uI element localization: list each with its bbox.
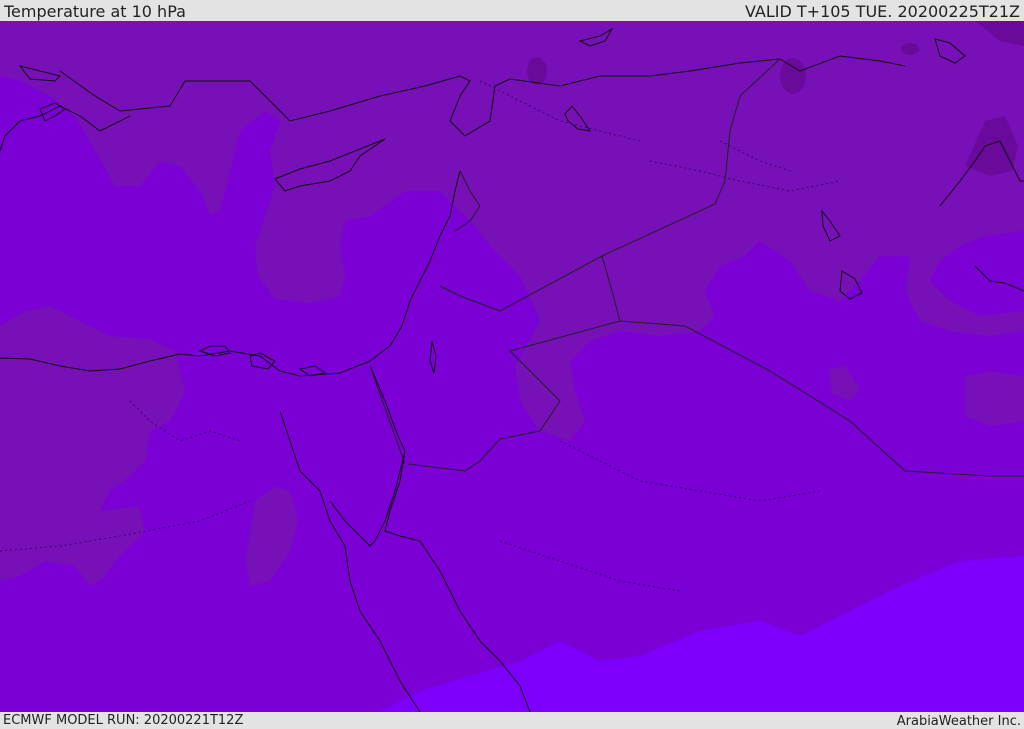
coldest-spot-3 xyxy=(527,57,547,85)
footer-bar: ECMWF MODEL RUN: 20200221T12Z ArabiaWeat… xyxy=(0,712,1024,729)
coldest-spot-5 xyxy=(901,43,919,55)
map-title: Temperature at 10 hPa xyxy=(4,2,186,21)
cool-blob-east xyxy=(965,371,1024,426)
credit-label: ArabiaWeather Inc. xyxy=(896,714,1021,729)
weather-map-frame: Temperature at 10 hPa VALID T+105 TUE. 2… xyxy=(0,0,1024,729)
coldest-spot-2 xyxy=(780,58,806,94)
model-run-label: ECMWF MODEL RUN: 20200221T12Z xyxy=(3,713,244,728)
valid-time: VALID T+105 TUE. 20200225T21Z xyxy=(744,2,1020,21)
header-bar: Temperature at 10 hPa VALID T+105 TUE. 2… xyxy=(0,0,1024,21)
temperature-map xyxy=(0,21,1024,712)
